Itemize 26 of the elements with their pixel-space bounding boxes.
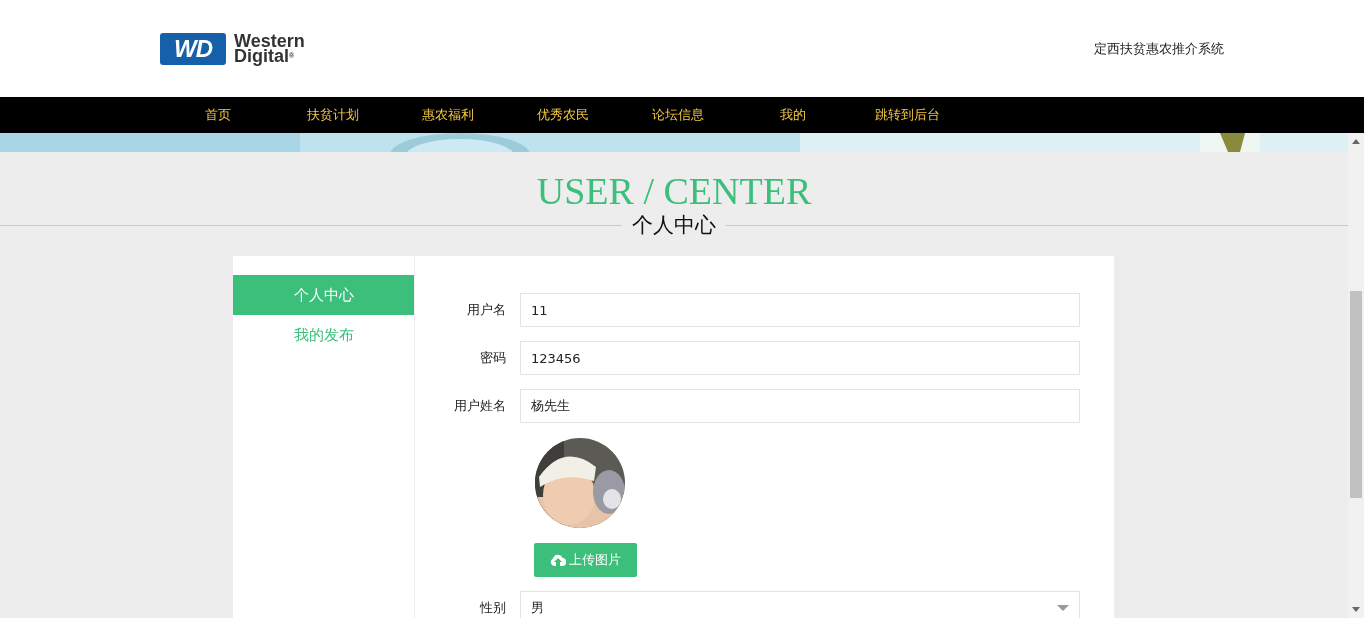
input-field[interactable]: 11 [520, 293, 1080, 327]
logo-text: Western [234, 33, 305, 49]
field-label: 用户姓名 [453, 397, 507, 416]
nav-link[interactable]: 优秀农民 [505, 97, 620, 133]
select-field[interactable]: 男 [520, 591, 1080, 618]
caret-icon [1057, 605, 1069, 611]
nav-link[interactable]: 跳转到后台 [850, 97, 965, 133]
scrollbar-thumb[interactable] [1350, 291, 1362, 498]
cloud-upload-icon [550, 553, 566, 567]
field-label: 性别 [479, 599, 507, 618]
site-title: 定西扶贫惠农推介系统 [1094, 39, 1224, 58]
nav-link[interactable]: 首页 [160, 97, 275, 133]
page-title: USER / CENTER [535, 170, 813, 212]
nav-link[interactable]: 扶贫计划 [275, 97, 390, 133]
scroll-down-icon[interactable] [1352, 607, 1360, 612]
nav-link[interactable]: 论坛信息 [620, 97, 735, 133]
logo-text: Digital$^{®}$ [234, 48, 295, 64]
nav-link[interactable]: 我的 [735, 97, 850, 133]
page-subtitle: 个人中心 [631, 212, 717, 238]
input-field[interactable]: 123456 [520, 341, 1080, 375]
scroll-up-icon[interactable] [1352, 139, 1360, 144]
field-label: 用户名 [466, 301, 507, 320]
nav-link[interactable]: 惠农福利 [390, 97, 505, 133]
logo-mark: WD [160, 32, 226, 65]
field-label: 密码 [479, 349, 507, 368]
input-field[interactable]: 杨先生 [520, 389, 1080, 423]
